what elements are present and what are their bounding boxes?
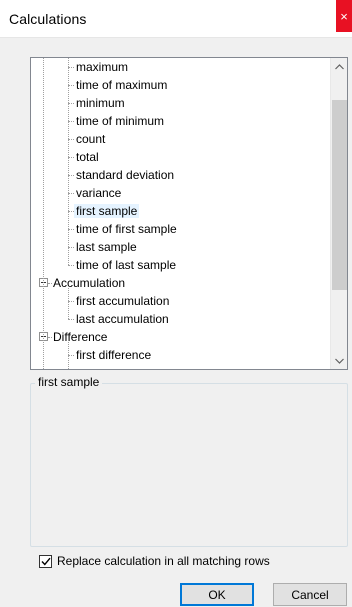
tree-item[interactable]: minimum (74, 94, 127, 112)
calculation-tree-box[interactable]: maximum time of maximum minimum time of min… (30, 57, 348, 370)
tree-branch-line (68, 288, 69, 319)
tree-item[interactable]: time of maximum (74, 76, 169, 94)
tree-branch-line (68, 58, 69, 265)
description-groupbox (30, 383, 348, 547)
scroll-thumb[interactable] (332, 100, 347, 290)
close-button[interactable]: × (336, 0, 352, 32)
ok-button[interactable]: OK (180, 583, 254, 606)
tree-item[interactable]: variance (74, 184, 123, 202)
window-title: Calculations (9, 11, 87, 27)
tree-item-label: maximum (76, 60, 129, 74)
scroll-down-button[interactable] (331, 352, 347, 369)
chevron-up-icon (335, 63, 344, 69)
tree-group-node[interactable]: Difference (51, 328, 109, 346)
tree-item[interactable]: last sample (74, 238, 139, 256)
tree-group-node[interactable]: Accumulation (51, 274, 127, 292)
replace-all-label: Replace calculation in all matching rows (57, 554, 270, 568)
replace-all-option[interactable]: Replace calculation in all matching rows (39, 554, 270, 568)
tree-connector (68, 265, 74, 266)
tree-item-label: last accumulation (76, 312, 169, 326)
tree-item-label: count (76, 132, 106, 146)
tree-item-label: Difference (53, 330, 108, 344)
tree-item[interactable]: count (74, 130, 107, 148)
cancel-button[interactable]: Cancel (273, 583, 347, 606)
tree-item-label: standard deviation (76, 168, 175, 182)
tree-item[interactable]: first difference (74, 346, 153, 364)
calculation-tree[interactable]: maximum time of maximum minimum time of min… (31, 58, 329, 369)
tree-connector (68, 319, 74, 320)
tree-item-label: time of last sample (76, 258, 177, 272)
close-icon: × (340, 8, 348, 24)
tree-item[interactable]: maximum (74, 58, 130, 76)
tree-item[interactable]: last accumulation (74, 310, 171, 328)
tree-item-label: first accumulation (76, 294, 170, 308)
scroll-up-button[interactable] (331, 58, 347, 75)
checkmark-icon (40, 557, 51, 566)
tree-item[interactable]: time of first sample (74, 220, 179, 238)
tree-connector (48, 337, 52, 338)
tree-connector (48, 283, 52, 284)
tree-scrollbar[interactable] (330, 58, 347, 369)
tree-item-label: total (76, 150, 99, 164)
replace-all-checkbox[interactable] (39, 554, 52, 568)
tree-item-label: time of maximum (76, 78, 168, 92)
tree-item-label: minimum (76, 96, 125, 110)
title-bar: Calculations × (0, 0, 352, 38)
tree-item-label: first sample (74, 204, 140, 218)
dialog-client: maximum time of maximum minimum time of min… (0, 38, 352, 607)
tree-item-label: variance (76, 186, 122, 200)
tree-branch-line (68, 342, 69, 369)
tree-item[interactable]: first sample (74, 202, 140, 220)
chevron-down-icon (335, 358, 344, 364)
tree-item[interactable]: time of minimum (74, 112, 166, 130)
tree-item-label: last sample (76, 240, 137, 254)
tree-item-label: first difference (76, 348, 152, 362)
tree-item[interactable]: standard deviation (74, 166, 176, 184)
tree-item-label: Accumulation (53, 276, 126, 290)
description-title: first sample (35, 375, 103, 389)
tree-item[interactable]: total (74, 148, 101, 166)
tree-item-label: time of first sample (76, 222, 177, 236)
tree-item[interactable]: time of last sample (74, 256, 178, 274)
tree-item-label: time of minimum (76, 114, 165, 128)
tree-item[interactable]: first accumulation (74, 292, 171, 310)
tree-trunk-line (43, 58, 44, 369)
